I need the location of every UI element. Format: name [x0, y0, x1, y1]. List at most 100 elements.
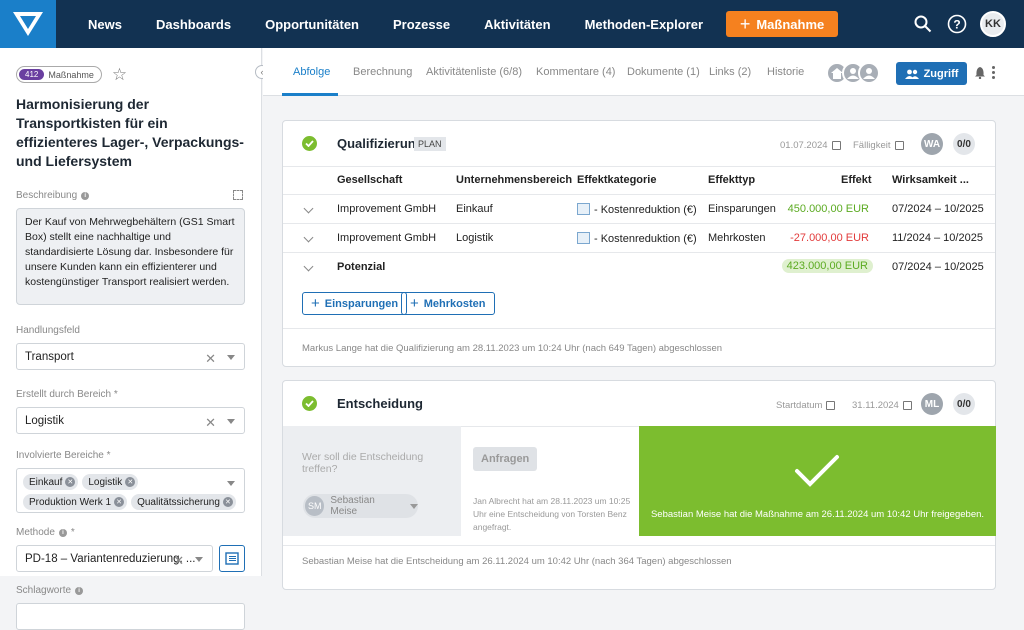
- startdatum-field[interactable]: Startdatum: [776, 400, 836, 411]
- add-einsparungen-button[interactable]: + Einsparungen: [302, 292, 408, 315]
- tab-dokumente[interactable]: Dokumente (1): [627, 66, 700, 78]
- star-icon[interactable]: ☆: [112, 66, 127, 83]
- zugriff-button[interactable]: Zugriff: [896, 62, 967, 85]
- category-image-icon: [577, 232, 590, 244]
- handlungsfeld-label-text: Handlungsfeld: [16, 325, 80, 336]
- nav-methoden-explorer[interactable]: Methoden-Explorer: [568, 17, 720, 32]
- erstellt-bereich-select[interactable]: Logistik ✕: [16, 407, 245, 434]
- check-circle-icon: [302, 396, 317, 411]
- cell-effekt: -27.000,00 EUR: [790, 232, 869, 244]
- access-avatars[interactable]: [826, 62, 880, 84]
- potenzial-range: 07/2024 – 10/2025: [892, 261, 984, 273]
- methode-details-button[interactable]: [219, 545, 245, 572]
- tag-label: Qualitätssicherung: [137, 496, 220, 508]
- tab-aktivitaetenliste[interactable]: Aktivitätenliste (6/8): [426, 66, 522, 78]
- request-step: Anfragen Jan Albrecht hat am 28.11.2023 …: [461, 426, 639, 536]
- tab-berechnung[interactable]: Berechnung: [353, 66, 412, 78]
- cell-wirksamkeit: 11/2024 – 10/2025: [892, 232, 983, 244]
- clear-icon[interactable]: ✕: [205, 351, 216, 367]
- chevron-down-icon[interactable]: [303, 232, 314, 243]
- mehrkosten-label: Mehrkosten: [423, 297, 486, 310]
- table-row[interactable]: Improvement GmbH Logistik - Kostenredukt…: [283, 223, 995, 252]
- plus-icon: +: [739, 14, 751, 34]
- cell-typ: Mehrkosten: [708, 232, 766, 244]
- remove-tag-icon[interactable]: ✕: [222, 497, 233, 507]
- tab-links[interactable]: Links (2): [709, 66, 751, 78]
- approval-step: Sebastian Meise hat die Maßnahme am 26.1…: [639, 426, 996, 536]
- active-tab-indicator: [282, 93, 338, 96]
- chevron-down-icon[interactable]: [227, 419, 235, 424]
- potenzial-row[interactable]: Potenzial 423.000,00 EUR 07/2024 – 10/20…: [283, 252, 995, 281]
- tab-abfolge[interactable]: Abfolge: [293, 66, 330, 78]
- cell-kategorie: - Kostenreduktion (€): [577, 203, 697, 216]
- tag-produktion-werk-1: Produktion Werk 1 ✕: [23, 494, 128, 510]
- tag-label: Produktion Werk 1: [29, 496, 112, 508]
- erstellt-label-text: Erstellt durch Bereich *: [16, 389, 118, 400]
- search-icon[interactable]: [912, 13, 934, 35]
- erstellt-value: Logistik: [25, 414, 64, 427]
- assignee-avatar[interactable]: ML: [921, 393, 943, 415]
- zugriff-label: Zugriff: [923, 67, 959, 80]
- chevron-down-icon[interactable]: [227, 355, 235, 360]
- calendar-icon: [894, 141, 904, 150]
- chevron-down-icon[interactable]: [227, 481, 235, 486]
- schlagworte-select[interactable]: [16, 603, 245, 630]
- tab-historie[interactable]: Historie: [767, 66, 804, 78]
- list-icon: [225, 552, 239, 565]
- decision-person-select[interactable]: SM Sebastian Meise: [303, 494, 418, 518]
- app-logo[interactable]: [0, 0, 56, 48]
- more-icon[interactable]: [992, 66, 995, 79]
- clear-icon[interactable]: ✕: [173, 553, 184, 569]
- bell-icon[interactable]: [975, 67, 985, 82]
- faelligkeit-field[interactable]: Fälligkeit: [853, 140, 904, 151]
- approval-text: Sebastian Meise hat die Maßnahme am 26.1…: [650, 509, 985, 520]
- methode-select[interactable]: PD-18 – Variantenreduzierung, ... ✕: [16, 545, 214, 572]
- handlungsfeld-select[interactable]: Transport ✕: [16, 343, 245, 370]
- info-icon: i: [75, 586, 84, 595]
- entscheidung-card: Entscheidung Startdatum 31.11.2024 ML 0/…: [282, 380, 996, 590]
- involvierte-bereiche-select[interactable]: Einkauf ✕ Logistik ✕ Produktion Werk 1 ✕ Qu…: [16, 468, 245, 513]
- assignee-avatar[interactable]: WA: [921, 133, 943, 155]
- add-mehrkosten-button[interactable]: + Mehrkosten: [401, 292, 495, 315]
- person-avatar: SM: [305, 496, 325, 516]
- beschreibung-text[interactable]: Der Kauf von Mehrwegbehältern (GS1 Smart…: [16, 208, 245, 305]
- activity-counter[interactable]: 0/0: [953, 133, 975, 155]
- users-icon: [904, 69, 919, 79]
- qualifizierung-date[interactable]: 01.07.2024: [780, 140, 841, 151]
- top-icons: ? KK: [912, 0, 1006, 48]
- qualifizierung-title: Qualifizierung: [337, 136, 424, 151]
- nav-aktivitaeten[interactable]: Aktivitäten: [467, 17, 567, 32]
- beschreibung-label: Beschreibung: [16, 190, 78, 201]
- help-icon[interactable]: ?: [946, 13, 968, 35]
- clear-icon[interactable]: ✕: [205, 415, 216, 431]
- activity-counter[interactable]: 0/0: [953, 393, 975, 415]
- potenzial-value: 423.000,00 EUR: [781, 259, 873, 273]
- user-avatar[interactable]: KK: [980, 11, 1006, 37]
- massnahme-badge: 412 Maßnahme: [16, 66, 102, 83]
- chevron-down-icon[interactable]: [195, 557, 204, 562]
- chevron-down-icon[interactable]: [303, 203, 314, 214]
- schlagworte-label-row: Schlagworte i: [16, 585, 245, 596]
- calendar-icon: [831, 141, 841, 150]
- handlungsfeld-value: Transport: [25, 350, 74, 363]
- chevron-down-icon: [410, 503, 418, 509]
- nav-prozesse[interactable]: Prozesse: [376, 17, 467, 32]
- tab-kommentare[interactable]: Kommentare (4): [536, 66, 615, 78]
- remove-tag-icon[interactable]: ✕: [114, 497, 125, 507]
- table-row[interactable]: Improvement GmbH Einkauf - Kostenredukti…: [283, 194, 995, 223]
- nav-dashboards[interactable]: Dashboards: [139, 17, 248, 32]
- expand-icon[interactable]: [233, 190, 243, 200]
- nav-news[interactable]: News: [71, 17, 139, 32]
- remove-tag-icon[interactable]: ✕: [65, 477, 76, 487]
- page-title: Harmonisierung der Transportkisten für e…: [16, 96, 244, 169]
- remove-tag-icon[interactable]: ✕: [125, 477, 136, 487]
- anfragen-button[interactable]: Anfragen: [473, 447, 538, 471]
- nav-opportunitaeten[interactable]: Opportunitäten: [248, 17, 376, 32]
- entscheidung-date[interactable]: 31.11.2024: [852, 400, 912, 411]
- new-massnahme-button[interactable]: + Maßnahme: [726, 11, 839, 37]
- chevron-down-icon[interactable]: [303, 261, 314, 272]
- date-value: 31.11.2024: [852, 400, 899, 411]
- cell-gesellschaft: Improvement GmbH: [337, 232, 437, 244]
- divider: [283, 166, 995, 167]
- methode-value: PD-18 – Variantenreduzierung, ...: [25, 552, 196, 565]
